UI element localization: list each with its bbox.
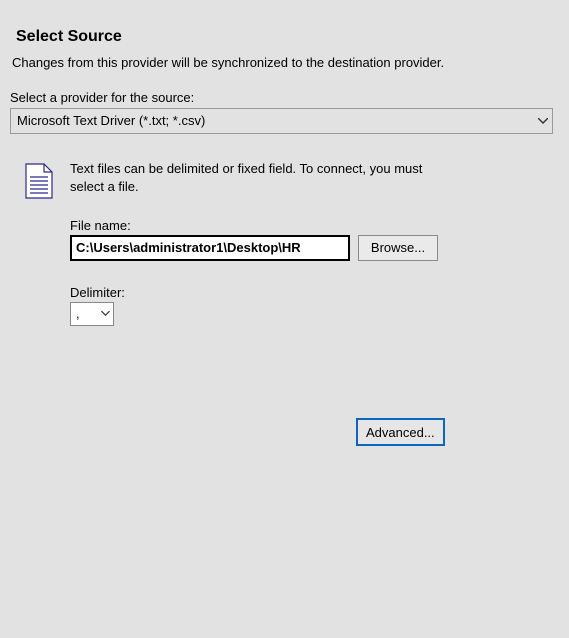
browse-button[interactable]: Browse... xyxy=(358,235,438,261)
file-name-row: Browse... xyxy=(70,235,450,261)
select-source-page: Select Source Changes from this provider… xyxy=(0,0,569,638)
document-icon xyxy=(24,163,54,199)
connection-hint: Text files can be delimited or fixed fie… xyxy=(70,160,440,196)
details-area: Text files can be delimited or fixed fie… xyxy=(10,160,559,326)
delimiter-dropdown[interactable]: , xyxy=(70,302,114,326)
file-name-label: File name: xyxy=(70,218,450,233)
delimiter-label: Delimiter: xyxy=(70,285,450,300)
file-name-input[interactable] xyxy=(70,235,350,261)
page-description: Changes from this provider will be synch… xyxy=(12,54,452,72)
provider-selected-value: Microsoft Text Driver (*.txt; *.csv) xyxy=(17,113,205,128)
delimiter-block: Delimiter: , xyxy=(70,285,450,326)
advanced-button[interactable]: Advanced... xyxy=(356,418,445,446)
delimiter-selected-value: , xyxy=(76,306,80,321)
provider-dropdown[interactable]: Microsoft Text Driver (*.txt; *.csv) xyxy=(10,108,553,134)
chevron-down-icon xyxy=(101,308,110,319)
chevron-down-icon xyxy=(538,115,548,127)
page-title: Select Source xyxy=(16,28,559,46)
details-column: Text files can be delimited or fixed fie… xyxy=(70,160,450,326)
provider-label: Select a provider for the source: xyxy=(10,90,559,105)
